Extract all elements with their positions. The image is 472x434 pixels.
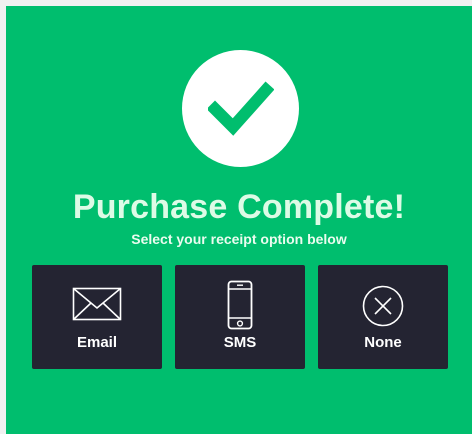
success-badge bbox=[182, 50, 299, 167]
sms-label: SMS bbox=[223, 334, 257, 351]
email-receipt-button[interactable]: Email bbox=[32, 265, 162, 369]
sms-receipt-button[interactable]: SMS bbox=[175, 265, 305, 369]
checkmark-icon bbox=[207, 81, 274, 136]
close-circle-icon bbox=[362, 285, 404, 327]
receipt-panel: Purchase Complete! Select your receipt o… bbox=[6, 6, 472, 434]
page-subtitle: Select your receipt option below bbox=[131, 231, 347, 247]
none-label: None bbox=[364, 334, 402, 351]
mobile-phone-icon bbox=[227, 280, 253, 330]
no-receipt-button[interactable]: None bbox=[318, 265, 448, 369]
envelope-icon bbox=[72, 287, 122, 321]
email-label: Email bbox=[76, 334, 118, 351]
page-title: Purchase Complete! bbox=[72, 188, 406, 226]
receipt-options: Email SMS None bbox=[32, 265, 448, 369]
